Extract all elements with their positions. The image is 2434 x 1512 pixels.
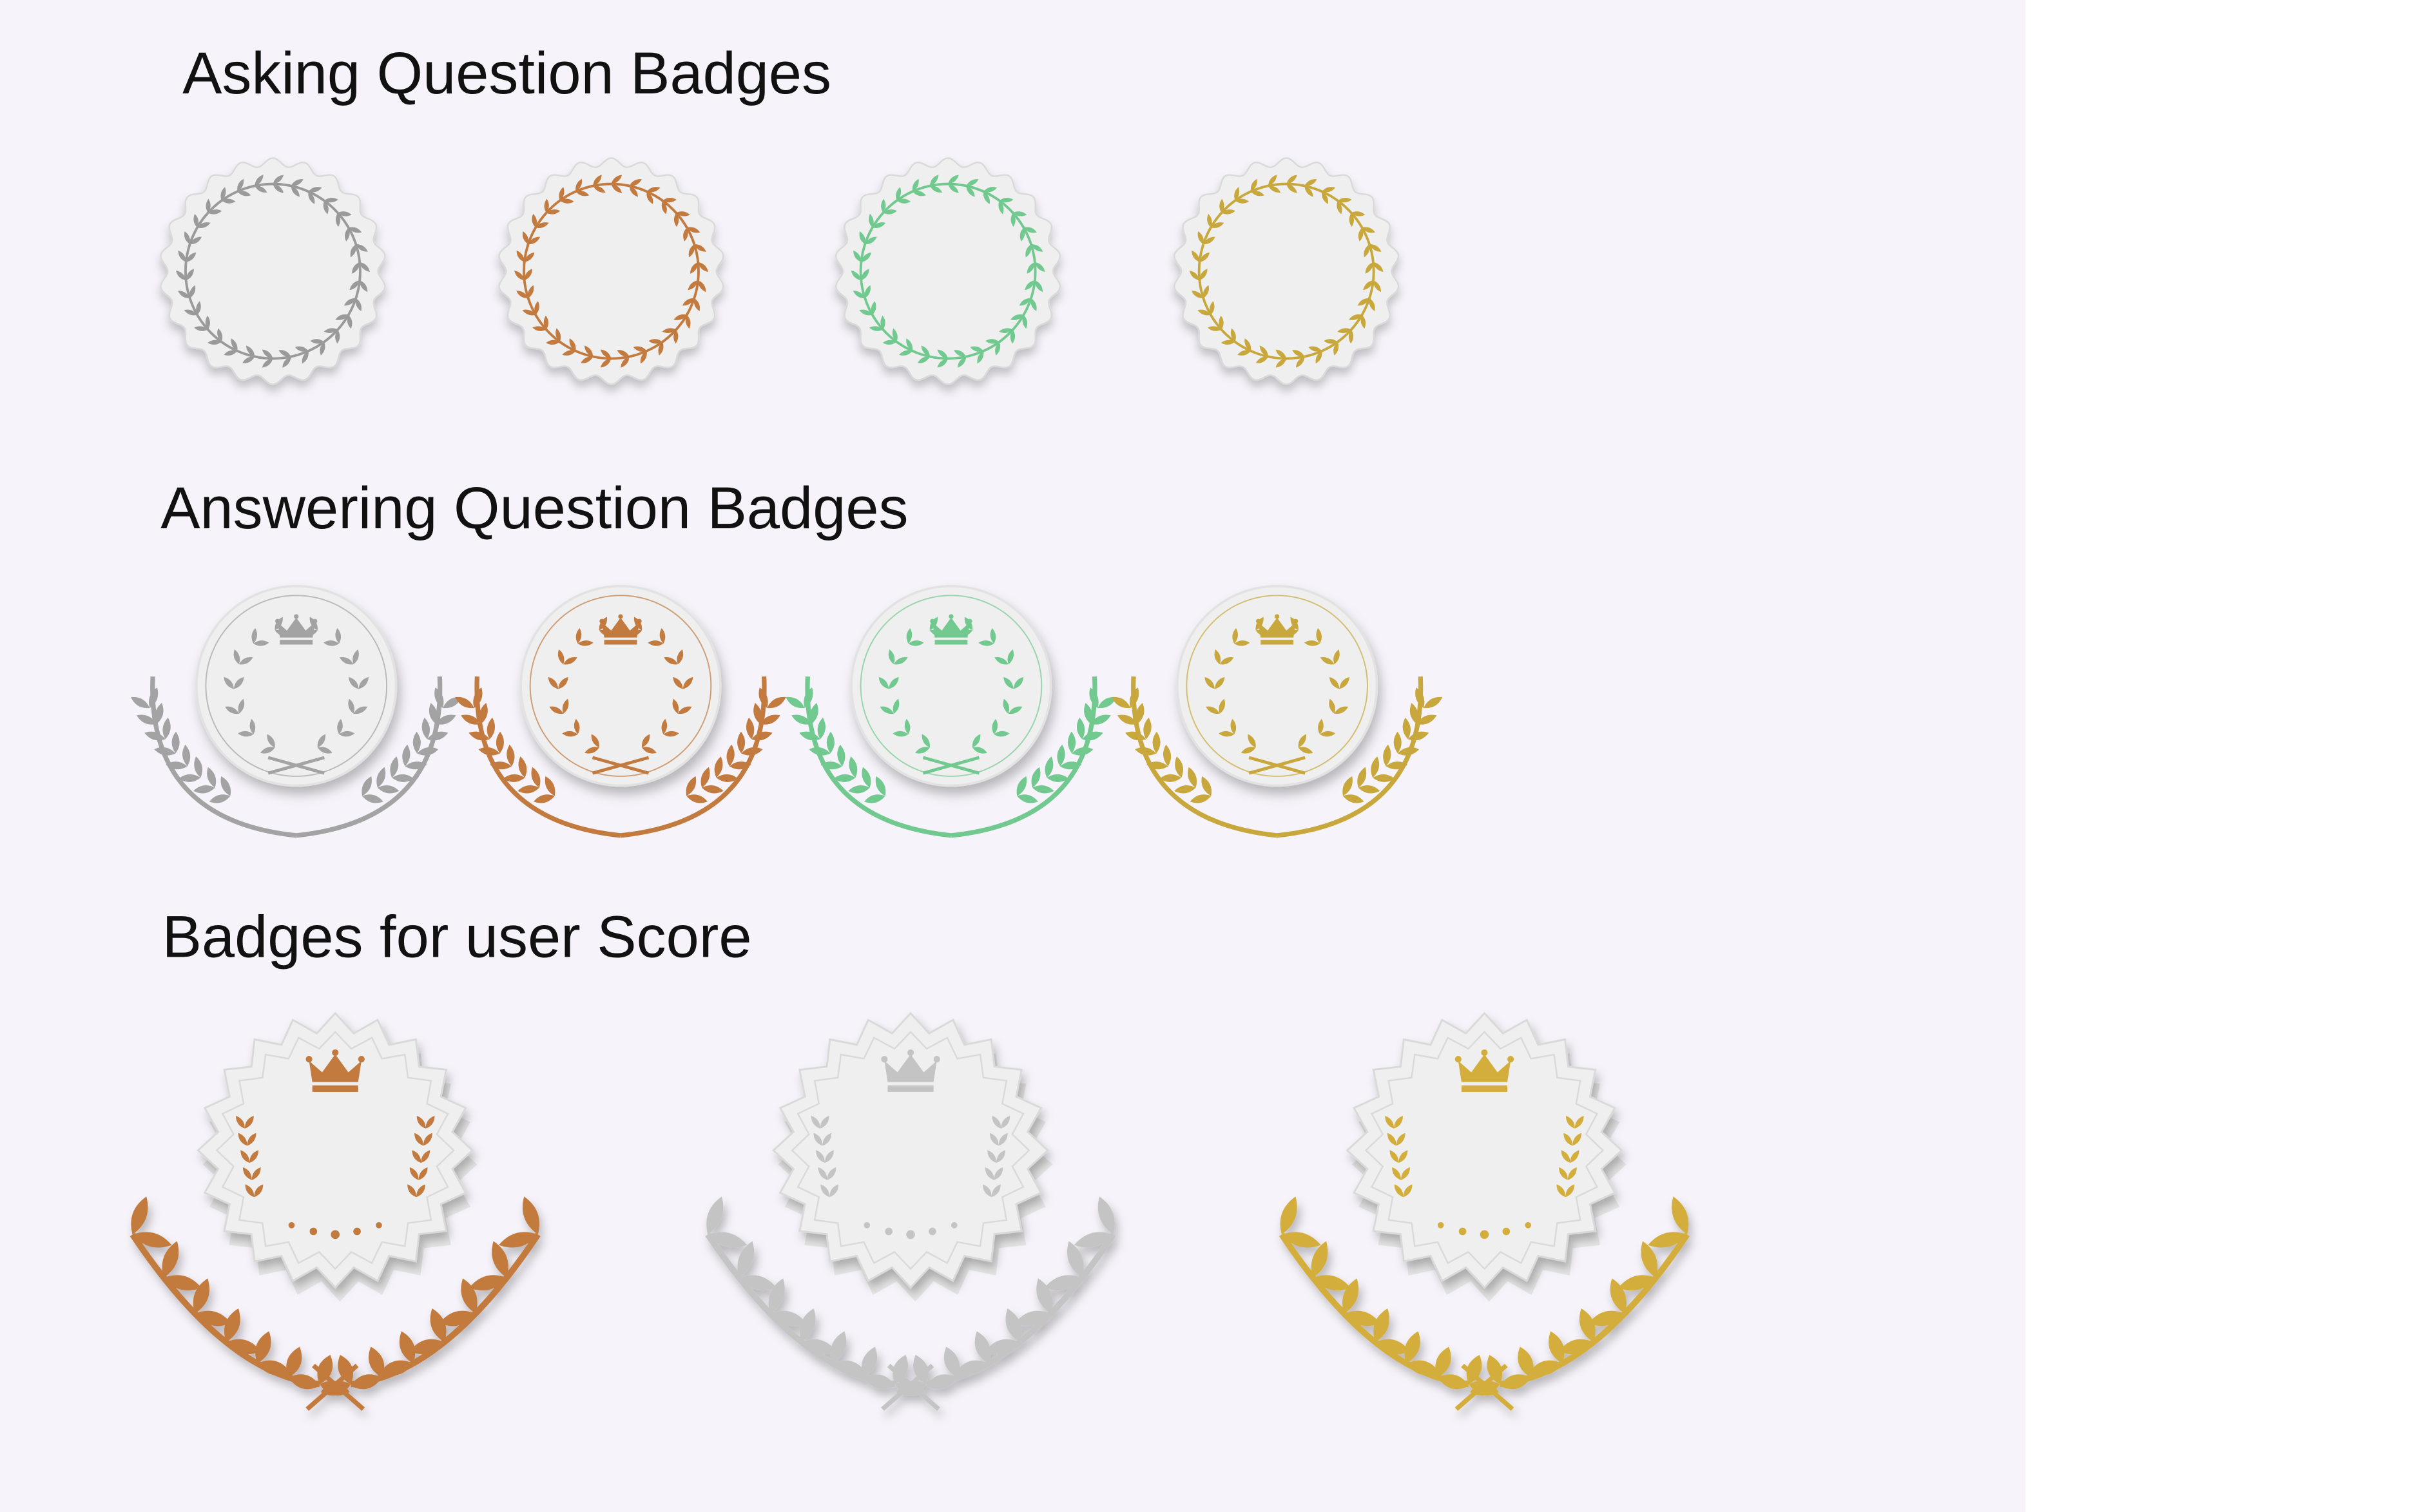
asking-badge-green: [835, 157, 1061, 385]
badge-canvas: Asking Question Badges Answering Questio…: [0, 0, 2026, 1512]
score-badge-silver: [705, 1011, 1116, 1412]
badge-disc: [835, 157, 1061, 385]
asking-badge-gold: [1174, 157, 1400, 385]
score-badge-gold: [1279, 1011, 1690, 1412]
asking-badge-silver: [160, 157, 386, 385]
asking-badge-bronze: [498, 157, 724, 385]
stage: Asking Question Badges Answering Questio…: [0, 0, 2434, 1512]
answering-badge-green: [786, 584, 1117, 838]
answering-badge-bronze: [455, 584, 786, 838]
badge-disc: [160, 157, 386, 385]
score-section-title: Badges for user Score: [162, 905, 752, 971]
badge-disc: [498, 157, 724, 385]
answering-badge-silver: [131, 584, 462, 838]
badge-disc: [1174, 157, 1400, 385]
answering-section-title: Answering Question Badges: [160, 477, 909, 543]
asking-section-title: Asking Question Badges: [182, 42, 832, 108]
answering-badge-gold: [1111, 584, 1443, 838]
score-badge-bronze: [130, 1011, 541, 1412]
